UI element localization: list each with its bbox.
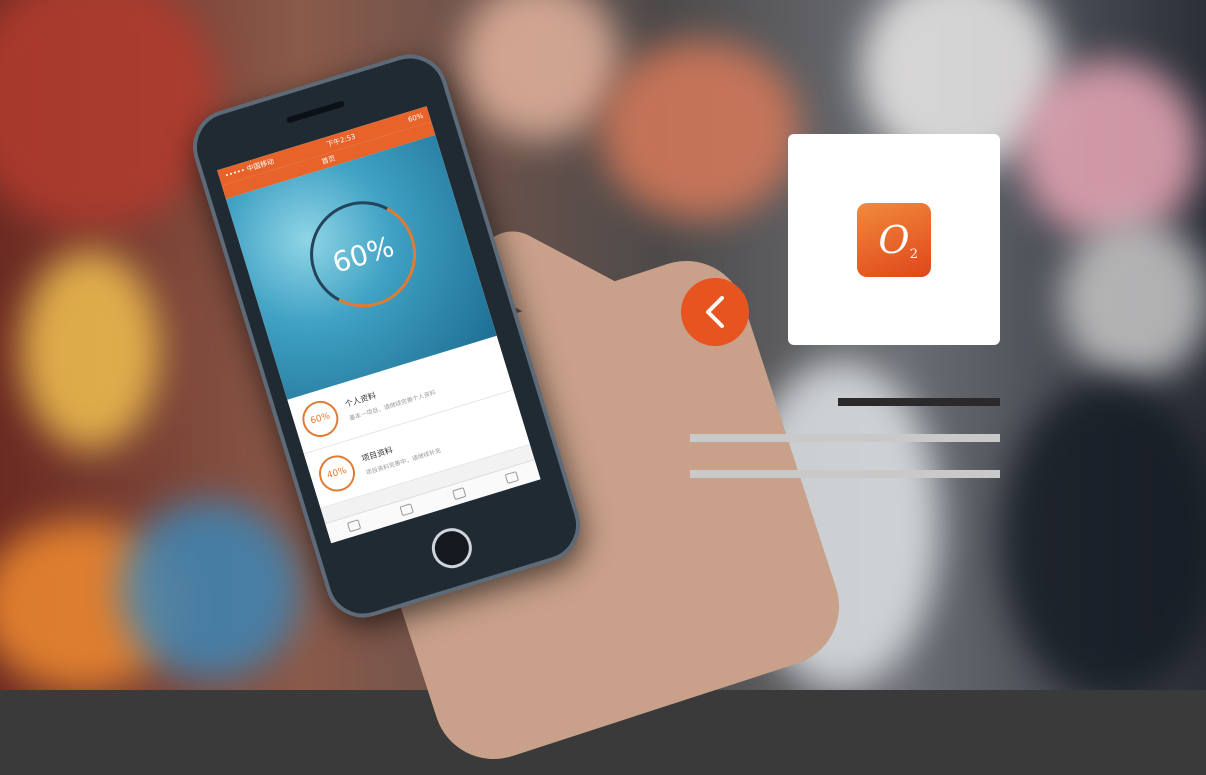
- tab-search-icon[interactable]: [399, 503, 414, 517]
- progress-ring: 60%: [296, 188, 430, 321]
- tab-message-icon[interactable]: [451, 487, 467, 501]
- battery-text: 60%: [407, 111, 425, 125]
- app-logo-letter: O: [878, 217, 910, 262]
- back-button[interactable]: [681, 278, 749, 346]
- chevron-left-icon: [706, 296, 724, 328]
- tab-profile-icon[interactable]: [504, 471, 519, 485]
- progress-label: 60%: [328, 229, 398, 280]
- app-logo-icon: O 2: [857, 202, 931, 277]
- app-logo-subscript: 2: [909, 246, 918, 262]
- text-placeholder-line: [838, 398, 1000, 406]
- item-progress: 40%: [314, 450, 360, 496]
- text-placeholder-line: [690, 434, 1000, 442]
- text-placeholder-line: [690, 470, 1000, 478]
- tab-home-icon[interactable]: [347, 519, 362, 533]
- app-card[interactable]: O 2: [788, 134, 1000, 345]
- item-progress: 60%: [297, 396, 343, 442]
- home-button[interactable]: [426, 523, 477, 574]
- phone-speaker: [285, 100, 345, 124]
